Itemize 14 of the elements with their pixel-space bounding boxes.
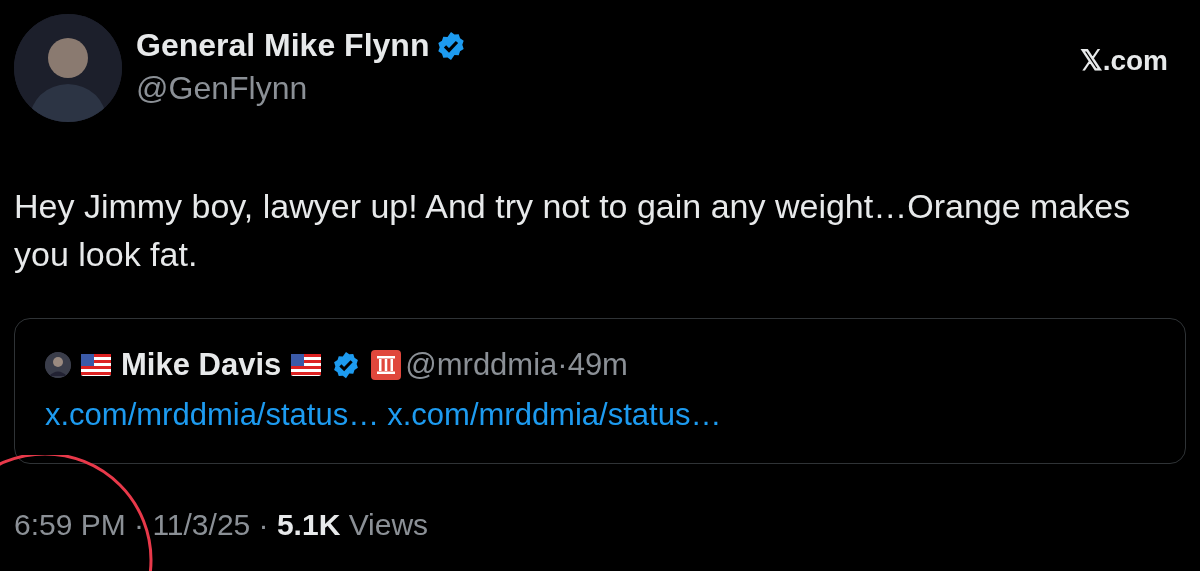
link[interactable]: x.com/mrddmia/status… bbox=[45, 397, 380, 433]
quoted-handle-time: @mrddmia·49m bbox=[405, 347, 628, 383]
author-handle[interactable]: @GenFlynn bbox=[136, 70, 1066, 107]
quoted-author-name: Mike Davis bbox=[121, 347, 282, 383]
quoted-tweet[interactable]: Mike Davis @mrddmia·49m x.com/mrddmia/status… x.com/mrddmia/status… bbox=[14, 318, 1186, 464]
site-label: 𝕏.com bbox=[1079, 44, 1168, 77]
flag-icon bbox=[291, 354, 322, 376]
tweet-meta: 6:59 PM · 11/3/25 · 5.1K Views bbox=[14, 508, 430, 542]
link[interactable]: x.com/mrddmia/status… bbox=[387, 397, 722, 433]
author-name[interactable]: General Mike Flynn bbox=[136, 27, 430, 64]
columns-icon bbox=[371, 350, 402, 380]
flag-icon bbox=[81, 354, 111, 376]
tweet-text: Hey Jimmy boy, lawyer up! And try not to gain any weight…Orange makes you look fat. bbox=[14, 186, 1132, 275]
avatar bbox=[45, 352, 71, 378]
